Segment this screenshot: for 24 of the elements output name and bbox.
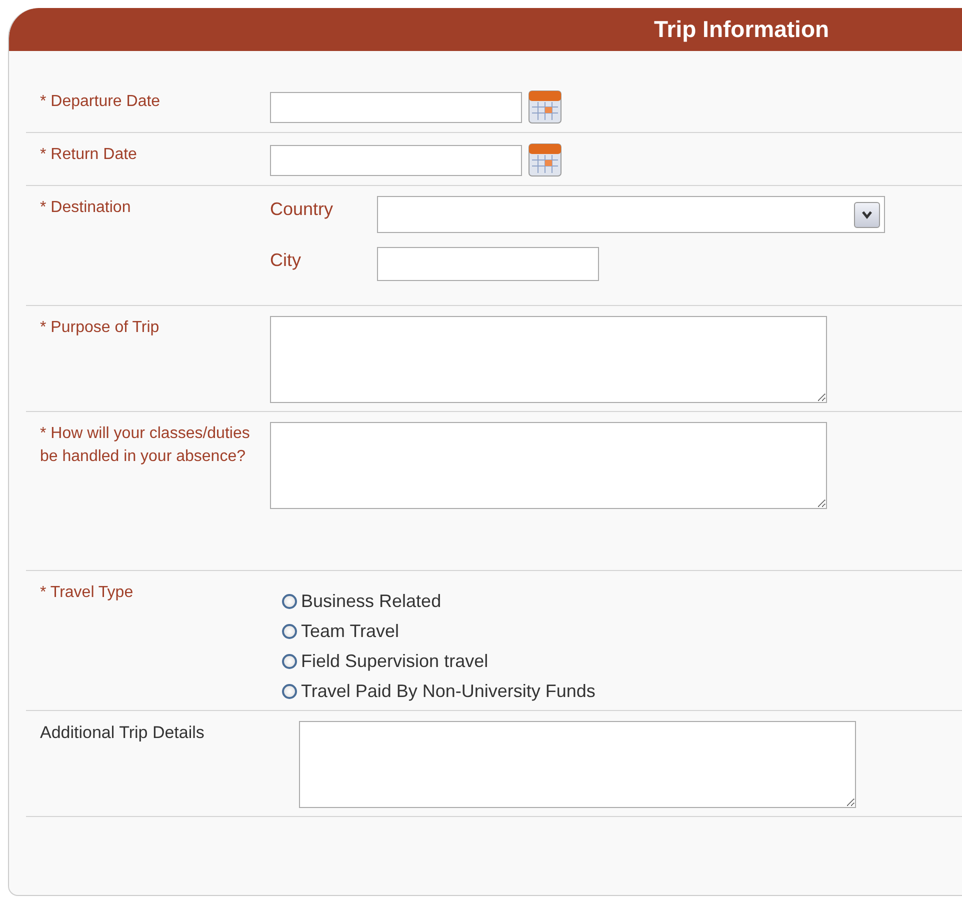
date-field[interactable] xyxy=(270,92,522,122)
field-label: * Return Date xyxy=(40,145,138,165)
radio-option[interactable]: Travel Paid By Non-University Funds xyxy=(282,681,596,702)
text-area[interactable] xyxy=(299,721,856,808)
country-dropdown[interactable] xyxy=(377,196,885,233)
field-label: City xyxy=(270,249,302,272)
radio-option[interactable]: Business Related xyxy=(282,591,596,612)
field-label: * Travel Type xyxy=(40,583,134,603)
date-field[interactable] xyxy=(270,144,522,176)
field-label: * Purpose of Trip xyxy=(40,318,160,338)
chevron-down-icon xyxy=(861,210,873,220)
calendar-icon[interactable] xyxy=(528,90,562,124)
city-field[interactable] xyxy=(377,247,599,281)
field-label: * How will your classes/duties be handled in your absence? xyxy=(40,424,251,467)
field-label: Additional Trip Details xyxy=(40,722,206,744)
radio-option[interactable]: Field Supervision travel xyxy=(282,651,596,672)
radio-option[interactable]: Team Travel xyxy=(282,621,596,642)
field-label: Country xyxy=(270,198,334,221)
panel-title: Trip Information xyxy=(654,16,830,43)
calendar-icon[interactable] xyxy=(528,143,562,177)
text-area[interactable] xyxy=(270,422,827,509)
field-label: * Departure Date xyxy=(40,92,162,112)
field-label: * Destination xyxy=(40,198,132,218)
text-area[interactable] xyxy=(270,316,827,403)
